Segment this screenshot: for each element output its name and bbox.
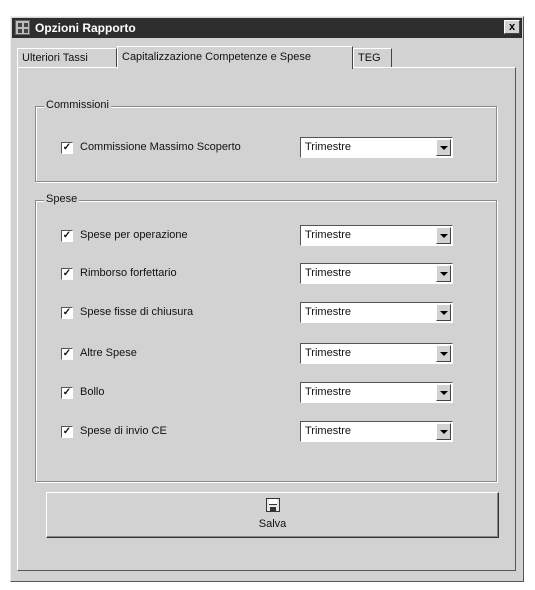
checkbox-altre-spese[interactable]: ✓ <box>61 348 73 360</box>
expenses-group-title: Spese <box>44 193 80 205</box>
save-icon <box>266 498 280 512</box>
title-bar[interactable]: Opzioni Rapporto x <box>12 18 522 38</box>
commissions-group: Commissioni ✓ Commissione Massimo Scoper… <box>35 99 497 182</box>
chevron-down-icon[interactable] <box>436 265 451 282</box>
tab-capitalizzazione[interactable]: Capitalizzazione Competenze e Spese <box>117 46 353 69</box>
checkbox-rimborso-forfettario[interactable]: ✓ <box>61 268 73 280</box>
select-spese-fisse-di-chiusura[interactable]: Trimestre <box>300 302 453 323</box>
chevron-down-icon[interactable] <box>436 139 451 156</box>
chevron-down-icon[interactable] <box>436 304 451 321</box>
chevron-down-icon[interactable] <box>436 345 451 362</box>
label-spese-fisse-di-chiusura: Spese fisse di chiusura <box>80 306 194 318</box>
select-value: Trimestre <box>305 141 352 153</box>
select-value: Trimestre <box>305 425 352 437</box>
label-altre-spese: Altre Spese <box>80 347 137 359</box>
select-altre-spese[interactable]: Trimestre <box>300 343 453 364</box>
save-label: Salva <box>258 518 287 530</box>
tab-teg[interactable]: TEG <box>353 48 392 67</box>
row-rimborso-forfettario: ✓ Rimborso forfettario Trimestre <box>36 263 496 285</box>
window-title: Opzioni Rapporto <box>35 21 136 35</box>
label-bollo: Bollo <box>80 386 105 398</box>
row-spese-per-operazione: ✓ Spese per operazione Trimestre <box>36 225 496 247</box>
select-rimborso-forfettario[interactable]: Trimestre <box>300 263 453 284</box>
select-value: Trimestre <box>305 229 352 241</box>
select-value: Trimestre <box>305 386 352 398</box>
label-rimborso-forfettario: Rimborso forfettario <box>80 267 177 279</box>
checkbox-bollo[interactable]: ✓ <box>61 387 73 399</box>
checkbox-commissione-massimo-scoperto[interactable]: ✓ <box>61 142 73 154</box>
row-spese-di-invio-ce: ✓ Spese di invio CE Trimestre <box>36 421 496 443</box>
report-options-dialog: Opzioni Rapporto x Ulteriori Tassi Capit… <box>10 16 524 582</box>
row-spese-fisse-di-chiusura: ✓ Spese fisse di chiusura Trimestre <box>36 302 496 324</box>
commissions-group-title: Commissioni <box>44 99 111 111</box>
checkbox-spese-per-operazione[interactable]: ✓ <box>61 230 73 242</box>
select-value: Trimestre <box>305 347 352 359</box>
expenses-group: Spese ✓ Spese per operazione Trimestre ✓… <box>35 193 497 482</box>
select-spese-di-invio-ce[interactable]: Trimestre <box>300 421 453 442</box>
row-commissione-massimo-scoperto: ✓ Commissione Massimo Scoperto Trimestre <box>36 137 496 159</box>
app-icon <box>15 20 30 35</box>
save-button[interactable]: Salva <box>46 492 499 538</box>
label-spese-per-operazione: Spese per operazione <box>80 229 188 241</box>
select-commissione-massimo-scoperto[interactable]: Trimestre <box>300 137 453 158</box>
label-spese-di-invio-ce: Spese di invio CE <box>80 425 167 437</box>
close-button[interactable]: x <box>504 20 520 34</box>
chevron-down-icon[interactable] <box>436 227 451 244</box>
select-spese-per-operazione[interactable]: Trimestre <box>300 225 453 246</box>
chevron-down-icon[interactable] <box>436 384 451 401</box>
select-value: Trimestre <box>305 306 352 318</box>
checkbox-spese-fisse-di-chiusura[interactable]: ✓ <box>61 307 73 319</box>
tab-ulteriori-tassi[interactable]: Ulteriori Tassi <box>17 48 117 67</box>
chevron-down-icon[interactable] <box>436 423 451 440</box>
checkbox-spese-di-invio-ce[interactable]: ✓ <box>61 426 73 438</box>
select-bollo[interactable]: Trimestre <box>300 382 453 403</box>
row-altre-spese: ✓ Altre Spese Trimestre <box>36 343 496 365</box>
row-bollo: ✓ Bollo Trimestre <box>36 382 496 404</box>
select-value: Trimestre <box>305 267 352 279</box>
tab-panel: Commissioni ✓ Commissione Massimo Scoper… <box>17 67 516 571</box>
label-commissione-massimo-scoperto: Commissione Massimo Scoperto <box>80 141 241 153</box>
